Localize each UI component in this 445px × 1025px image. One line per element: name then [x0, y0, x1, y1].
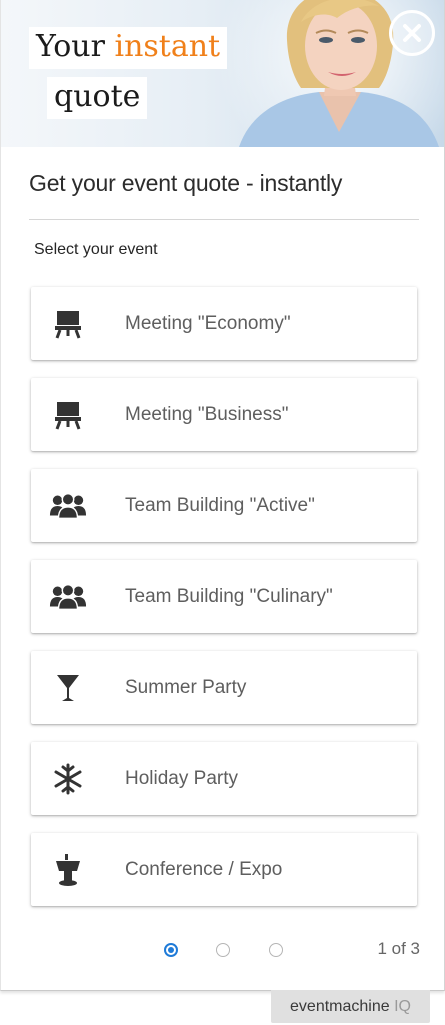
option-label: Meeting "Business"	[125, 404, 289, 425]
option-conference-expo[interactable]: Conference / Expo	[31, 833, 417, 906]
option-meeting-business[interactable]: Meeting "Business"	[31, 378, 417, 451]
option-holiday-party[interactable]: Holiday Party	[31, 742, 417, 815]
podium-icon	[49, 851, 87, 889]
option-label: Team Building "Active"	[125, 495, 315, 516]
page-dot-3[interactable]	[269, 943, 283, 957]
option-label: Conference / Expo	[125, 859, 283, 880]
group-icon	[49, 487, 87, 525]
page-dot-2[interactable]	[216, 943, 230, 957]
woman-photo	[239, 0, 439, 147]
brand-suffix: IQ	[394, 998, 411, 1015]
option-label: Holiday Party	[125, 768, 238, 789]
close-icon	[403, 24, 421, 42]
option-label: Meeting "Economy"	[125, 313, 291, 334]
banner-title-word1: Your	[36, 29, 105, 64]
option-label: Summer Party	[125, 677, 247, 698]
presentation-board-icon	[49, 305, 87, 343]
branding-badge[interactable]: eventmachine IQ	[271, 990, 430, 1023]
option-team-building-culinary[interactable]: Team Building "Culinary"	[31, 560, 417, 633]
snowflake-icon	[49, 760, 87, 798]
banner-title-line2: quote	[47, 77, 148, 119]
banner-title-word3: quote	[54, 79, 141, 114]
group-icon	[49, 578, 87, 616]
option-meeting-economy[interactable]: Meeting "Economy"	[31, 287, 417, 360]
banner-title-line1: Your instant	[29, 27, 228, 69]
page-dot-1[interactable]	[164, 943, 178, 957]
option-team-building-active[interactable]: Team Building "Active"	[31, 469, 417, 542]
cocktail-glass-icon	[49, 669, 87, 707]
pagination: 1 of 3	[1, 936, 444, 966]
option-summer-party[interactable]: Summer Party	[31, 651, 417, 724]
quote-widget: Your instant quote Get your event quote …	[0, 0, 445, 991]
close-button[interactable]	[389, 10, 435, 56]
section-label: Select your event	[34, 241, 158, 258]
brand-name: eventmachine	[290, 998, 390, 1015]
event-options: Meeting "Economy" Meeting "Business" Tea…	[31, 287, 417, 924]
banner-title-accent: instant	[114, 29, 221, 64]
option-label: Team Building "Culinary"	[125, 586, 333, 607]
presentation-board-icon	[49, 396, 87, 434]
divider	[29, 219, 419, 220]
header-banner: Your instant quote	[1, 0, 444, 147]
page-title: Get your event quote - instantly	[29, 170, 343, 196]
page-count: 1 of 3	[377, 939, 420, 958]
